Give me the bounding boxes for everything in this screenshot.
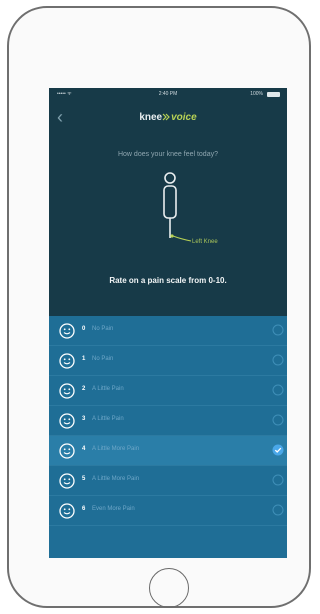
pain-level-label: A Little More Pain (92, 446, 140, 452)
pain-level-label: A Little Pain (92, 386, 124, 392)
pain-scale-list: 0 No Pain 1 No Pain 2 A Little Pain 3 A Little … (49, 316, 287, 558)
pain-option-4[interactable]: 4 A Little More Pain (49, 436, 287, 466)
logo-chevron-icon (162, 113, 170, 121)
smiley-face-icon (59, 353, 75, 369)
radio-circle-icon[interactable] (272, 324, 284, 336)
status-bar: ••••• ᯤ 2:40 PM 100% (49, 88, 287, 100)
pain-option-0[interactable]: 0 No Pain (49, 316, 287, 346)
human-figure-icon (163, 172, 192, 242)
pain-level-number: 1 (82, 356, 86, 362)
pain-level-label: No Pain (92, 356, 114, 362)
smiley-face-icon (59, 443, 75, 459)
smiley-face-icon (59, 413, 75, 429)
pain-level-label: A Little Pain (92, 416, 124, 422)
pain-level-number: 3 (82, 416, 86, 422)
logo-knee-text: knee (139, 112, 163, 123)
left-knee-label: Left Knee (192, 239, 218, 245)
battery-percent: 100% (250, 91, 263, 97)
pain-option-6[interactable]: 6 Even More Pain (49, 496, 287, 526)
radio-circle-icon[interactable] (272, 384, 284, 396)
body-figure[interactable]: Left Knee (161, 170, 281, 250)
logo-voice-text: voice (171, 112, 197, 123)
pain-level-number: 2 (82, 386, 86, 392)
pain-level-number: 4 (82, 446, 86, 452)
pain-level-number: 5 (82, 476, 86, 482)
pain-option-5[interactable]: 5 A Little More Pain (49, 466, 287, 496)
pain-option-2[interactable]: 2 A Little Pain (49, 376, 287, 406)
pain-level-label: A Little More Pain (92, 476, 140, 482)
pain-option-3[interactable]: 3 A Little Pain (49, 406, 287, 436)
app-screen: ••••• ᯤ 2:40 PM 100% ‹ knee voice How doe… (49, 88, 287, 558)
question-text: How does your knee feel today? (117, 151, 218, 158)
radio-circle-icon[interactable] (272, 474, 284, 486)
phone-frame: ••••• ᯤ 2:40 PM 100% ‹ knee voice How doe… (7, 6, 311, 608)
home-button[interactable] (149, 568, 189, 608)
radio-circle-icon[interactable] (272, 414, 284, 426)
pain-option-1[interactable]: 1 No Pain (49, 346, 287, 376)
radio-circle-icon[interactable] (272, 354, 284, 366)
pain-level-number: 0 (82, 326, 86, 332)
pain-level-label: No Pain (92, 326, 114, 332)
app-logo: knee voice (49, 112, 287, 123)
pain-level-number: 6 (82, 506, 86, 512)
radio-circle-icon[interactable] (272, 504, 284, 516)
smiley-face-icon (59, 473, 75, 489)
smiley-face-icon (59, 503, 75, 519)
checkmark-selected-icon[interactable] (272, 444, 284, 456)
smiley-face-icon (59, 383, 75, 399)
pain-level-label: Even More Pain (92, 506, 135, 512)
battery-icon (267, 92, 280, 97)
pain-scale-title: Rate on a pain scale from 0-10. (109, 276, 227, 285)
smiley-face-icon (59, 323, 75, 339)
